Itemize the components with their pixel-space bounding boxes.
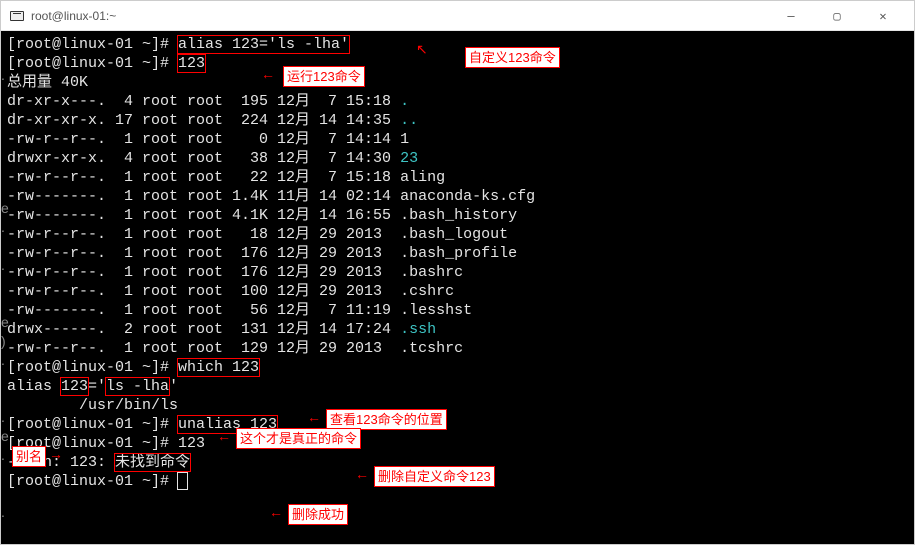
ls-row: -rw-------. 1 root root 56 12月 7 11:19 .…	[7, 301, 908, 320]
annotation-realcmd: 这个才是真正的命令	[237, 429, 360, 448]
ls-row: -rw-r--r--. 1 root root 22 12月 7 15:18 a…	[7, 168, 908, 187]
ls-row: drwxr-xr-x. 4 root root 38 12月 7 14:30 2…	[7, 149, 908, 168]
prompt-line-1: [root@linux-01 ~]# alias 123='ls -lha'	[7, 35, 908, 54]
ls-row: -rw-r--r--. 1 root root 0 12月 7 14:14 1	[7, 130, 908, 149]
ls-row: -rw-r--r--. 1 root root 176 12月 29 2013 …	[7, 244, 908, 263]
arrow-icon: ←	[261, 67, 275, 81]
ls-row: -rw-r--r--. 1 root root 18 12月 29 2013 .…	[7, 225, 908, 244]
cursor-block	[178, 473, 187, 489]
arrow-icon: →	[49, 447, 63, 461]
putty-icon	[9, 8, 25, 24]
prompt: [root@linux-01 ~]#	[7, 359, 178, 376]
ls-row: dr-xr-x---. 4 root root 195 12月 7 15:18 …	[7, 92, 908, 111]
window-title: root@linux-01:~	[31, 9, 116, 23]
cmd-123: 123	[178, 55, 205, 72]
close-button[interactable]: ✕	[860, 1, 906, 31]
arrow-icon: ←	[269, 505, 283, 519]
annotation-delok: 删除成功	[289, 505, 347, 524]
ls-listing: dr-xr-x---. 4 root root 195 12月 7 15:18 …	[7, 92, 908, 358]
ls-total: 总用量 40K	[7, 73, 908, 92]
prompt: [root@linux-01 ~]#	[7, 55, 178, 72]
terminal-area[interactable]: . e . . e ) . . e . . [root@linux-01 ~]#…	[1, 31, 914, 544]
prompt: [root@linux-01 ~]#	[7, 473, 178, 490]
minimize-button[interactable]: —	[768, 1, 814, 31]
annotation-delcmd: 删除自定义命令123	[375, 467, 494, 486]
cmd-alias: alias 123='ls -lha'	[178, 36, 349, 53]
prompt: [root@linux-01 ~]#	[7, 416, 178, 433]
maximize-button[interactable]: ▢	[814, 1, 860, 31]
annotation-viewpos: 查看123命令的位置	[327, 410, 446, 429]
titlebar: root@linux-01:~ — ▢ ✕	[1, 1, 914, 31]
annotation-run: 运行123命令	[284, 67, 364, 86]
window-controls: — ▢ ✕	[768, 1, 906, 31]
arrow-icon: ←	[307, 410, 321, 424]
cmd-which: which 123	[178, 359, 259, 376]
alias-name: 123	[61, 378, 88, 395]
ls-row: -rw-------. 1 root root 4.1K 12月 14 16:5…	[7, 206, 908, 225]
arrow-icon: ←	[217, 429, 231, 443]
cmd-123b: 123	[178, 435, 205, 452]
which-output-1: alias 123='ls -lha'	[7, 377, 908, 396]
annotation-define: 自定义123命令	[466, 48, 559, 67]
annotation-aliasname: 别名	[13, 447, 45, 466]
ls-row: -rw-r--r--. 1 root root 129 12月 29 2013 …	[7, 339, 908, 358]
prompt-line-123b: [root@linux-01 ~]# 123	[7, 434, 908, 453]
ls-row: drwx------. 2 root root 131 12月 14 17:24…	[7, 320, 908, 339]
ls-row: -rw-------. 1 root root 1.4K 11月 14 02:1…	[7, 187, 908, 206]
arrow-icon: ←	[355, 467, 369, 481]
prompt-line-unalias: [root@linux-01 ~]# unalias 123	[7, 415, 908, 434]
prompt-line-2: [root@linux-01 ~]# 123	[7, 54, 908, 73]
err-notfound: 未找到命令	[115, 454, 190, 471]
arrow-icon: ↖	[416, 42, 428, 56]
alias-real-cmd: ls -lha	[106, 378, 169, 395]
prompt: [root@linux-01 ~]#	[7, 36, 178, 53]
ls-row: -rw-r--r--. 1 root root 100 12月 29 2013 …	[7, 282, 908, 301]
ls-row: -rw-r--r--. 1 root root 176 12月 29 2013 …	[7, 263, 908, 282]
prompt-line-which: [root@linux-01 ~]# which 123	[7, 358, 908, 377]
which-output-2: /usr/bin/ls	[7, 396, 908, 415]
ls-row: dr-xr-xr-x. 17 root root 224 12月 14 14:3…	[7, 111, 908, 130]
app-window: root@linux-01:~ — ▢ ✕ . e . . e ) . . e …	[0, 0, 915, 545]
